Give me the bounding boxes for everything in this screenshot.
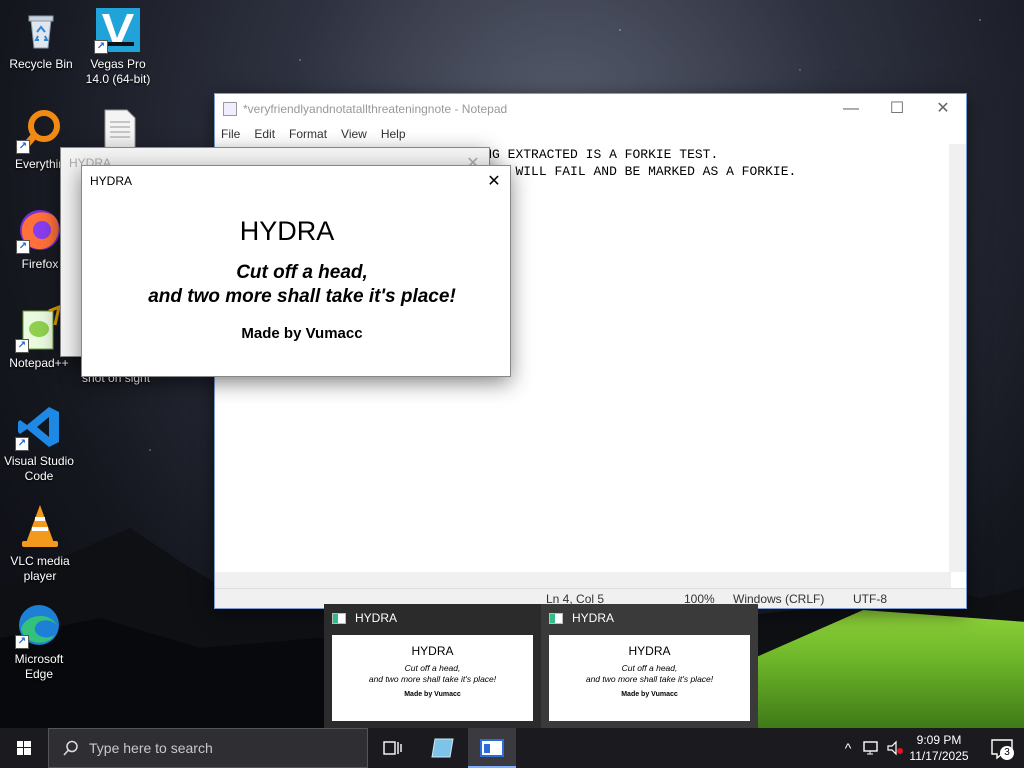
menu-edit[interactable]: Edit [254, 124, 275, 144]
thumbnail-title: HYDRA [572, 611, 615, 625]
thumbnail-subtitle-line-2: and two more shall take it's place! [585, 674, 714, 684]
thumbnail-preview: HYDRA Cut off a head, and two more shall … [549, 635, 750, 721]
volume-muted-icon[interactable] [884, 728, 906, 768]
notepad-app-icon [223, 102, 237, 116]
thumbnail-credit: Made by Vumacc [404, 691, 461, 698]
task-view-icon [383, 741, 402, 755]
taskbar-app-notepad[interactable] [420, 728, 468, 768]
thumbnail-heading: HYDRA [628, 644, 671, 658]
search-icon [63, 740, 79, 756]
shortcut-arrow-icon: ↗ [15, 635, 29, 649]
vlc-icon [16, 503, 64, 551]
thumbnail-title: HYDRA [355, 611, 398, 625]
shortcut-arrow-icon: ↗ [15, 339, 29, 353]
app-window-icon [332, 612, 346, 624]
minimize-button[interactable]: — [828, 94, 874, 124]
menu-file[interactable]: File [221, 124, 240, 144]
desktop-icon-edge[interactable]: ↗ Microsoft Edge [0, 601, 78, 682]
thumbnail-subtitle-line-1: Cut off a head, [621, 663, 678, 673]
hydra-taskbar-icon [480, 739, 504, 757]
thumbnail-subtitle: Cut off a head, and two more shall take i… [332, 663, 533, 685]
notepad-titlebar[interactable]: *veryfriendlyandnotatallthreateningnote … [215, 94, 966, 124]
notepad-title: *veryfriendlyandnotatallthreateningnote … [243, 102, 508, 116]
hydra-heading: HYDRA [239, 216, 335, 246]
maximize-button[interactable]: ☐ [874, 94, 920, 124]
desktop-icon-vscode[interactable]: ↗ Visual Studio Code [0, 403, 78, 484]
search-placeholder: Type here to search [89, 740, 213, 756]
shortcut-arrow-icon: ↗ [16, 240, 30, 254]
notepadpp-icon: ↗ [15, 304, 63, 353]
everything-search-icon: ↗ [16, 106, 64, 154]
thumbnail-subtitle-line-1: Cut off a head, [404, 663, 461, 673]
hydra-title: HYDRA [90, 174, 133, 188]
thumbnail-heading: HYDRA [411, 644, 454, 658]
hydra-credit: Made by Vumacc [241, 325, 363, 342]
action-center-button[interactable]: 3 [980, 728, 1024, 768]
close-icon[interactable]: ✕ [478, 171, 510, 191]
thumbnail-preview: HYDRA Cut off a head, and two more shall … [332, 635, 533, 721]
task-view-button[interactable] [368, 728, 416, 768]
clock-date: 11/17/2025 [909, 749, 969, 763]
menu-format[interactable]: Format [289, 124, 327, 144]
taskbar-thumbnail-popup: HYDRA HYDRA Cut off a head, and two more … [324, 604, 758, 728]
vscode-icon: ↗ [15, 403, 63, 451]
shortcut-arrow-icon: ↗ [16, 140, 30, 154]
hydra-subtitle: Cut off a head, and two more shall take … [82, 261, 522, 309]
system-clock[interactable]: 9:09 PM 11/17/2025 [904, 732, 974, 764]
recycle-bin-icon [17, 6, 65, 54]
network-icon[interactable] [860, 728, 882, 768]
notepad-menubar: File Edit Format View Help [215, 124, 966, 144]
thumbnail-hydra-2[interactable]: HYDRA HYDRA Cut off a head, and two more … [541, 604, 758, 728]
thumbnail-subtitle: Cut off a head, and two more shall take i… [549, 663, 750, 685]
desktop-icon-recycle-bin[interactable]: Recycle Bin [2, 6, 80, 72]
notepad-taskbar-icon [431, 738, 454, 758]
hydra-subtitle-line-2: and two more shall take it's place! [148, 286, 456, 307]
menu-help[interactable]: Help [381, 124, 406, 144]
thumbnail-subtitle-line-2: and two more shall take it's place! [368, 674, 497, 684]
tray-overflow-chevron-icon[interactable]: ^ [838, 728, 858, 768]
firefox-icon: ↗ [16, 206, 64, 254]
taskbar-app-hydra[interactable] [468, 728, 516, 768]
status-encoding: UTF-8 [853, 592, 887, 606]
hydra-subtitle-line-1: Cut off a head, [236, 262, 368, 283]
edge-icon: ↗ [15, 601, 63, 649]
shortcut-arrow-icon: ↗ [94, 40, 108, 54]
close-button[interactable]: ✕ [920, 94, 966, 124]
horizontal-scrollbar[interactable] [215, 572, 951, 589]
start-button[interactable] [0, 728, 48, 768]
menu-view[interactable]: View [341, 124, 367, 144]
desktop-icon-vegas-pro[interactable]: ↗ Vegas Pro 14.0 (64-bit) [79, 6, 157, 87]
vegas-pro-icon: ↗ [94, 6, 142, 54]
notification-count-badge: 3 [1000, 746, 1014, 760]
taskbar: Type here to search ^ 9:09 PM 11/17/2025… [0, 728, 1024, 768]
shortcut-arrow-icon: ↗ [15, 437, 29, 451]
clock-time: 9:09 PM [916, 733, 962, 747]
thumbnail-credit: Made by Vumacc [621, 691, 678, 698]
hydra-dialog[interactable]: HYDRA ✕ HYDRA Cut off a head, and two mo… [81, 165, 511, 377]
vertical-scrollbar[interactable] [949, 144, 966, 572]
windows-logo-icon [17, 741, 31, 755]
app-window-icon [549, 612, 563, 624]
taskbar-search-box[interactable]: Type here to search [48, 728, 368, 768]
desktop-icon-vlc[interactable]: VLC media player [1, 503, 79, 584]
thumbnail-hydra-1[interactable]: HYDRA HYDRA Cut off a head, and two more … [324, 604, 541, 728]
